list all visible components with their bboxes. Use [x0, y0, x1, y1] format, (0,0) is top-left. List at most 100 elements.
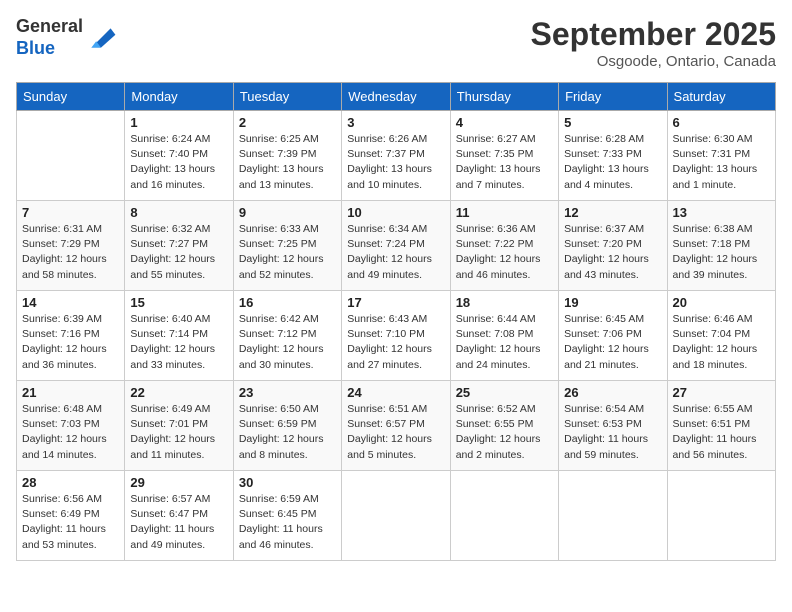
day-number: 27 [673, 385, 770, 400]
calendar-cell: 7Sunrise: 6:31 AMSunset: 7:29 PMDaylight… [17, 201, 125, 291]
day-info: Sunrise: 6:37 AMSunset: 7:20 PMDaylight:… [564, 222, 661, 283]
calendar-cell: 11 Sunrise: 6:36 AMSunset: 7:22 PMDayligh… [450, 201, 558, 291]
calendar-cell: 25Sunrise: 6:52 AMSunset: 6:55 PMDayligh… [450, 381, 558, 471]
day-number: 8 [130, 205, 227, 220]
day-info: Sunrise: 6:55 AMSunset: 6:51 PMDaylight:… [673, 402, 770, 463]
day-info: Sunrise: 6:38 AMSunset: 7:18 PMDaylight:… [673, 222, 770, 283]
calendar-cell [559, 471, 667, 561]
day-info: Sunrise: 6:43 AMSunset: 7:10 PMDaylight:… [347, 312, 444, 373]
day-info: Sunrise: 6:45 AMSunset: 7:06 PMDaylight:… [564, 312, 661, 373]
calendar-cell: 22 Sunrise: 6:49 AMSunset: 7:01 PMDayligh… [125, 381, 233, 471]
column-header-saturday: Saturday [667, 83, 775, 111]
day-number: 3 [347, 115, 444, 130]
month-title: September 2025 [531, 16, 776, 53]
calendar-week-row: 21Sunrise: 6:48 AMSunset: 7:03 PMDayligh… [17, 381, 776, 471]
calendar-cell: 17 Sunrise: 6:43 AMSunset: 7:10 PMDayligh… [342, 291, 450, 381]
column-header-tuesday: Tuesday [233, 83, 341, 111]
day-number: 18 [456, 295, 553, 310]
day-number: 28 [22, 475, 119, 490]
calendar-cell: 16 Sunrise: 6:42 AMSunset: 7:12 PMDayligh… [233, 291, 341, 381]
calendar-cell: 29Sunrise: 6:57 AMSunset: 6:47 PMDayligh… [125, 471, 233, 561]
day-info: Sunrise: 6:28 AMSunset: 7:33 PMDaylight:… [564, 132, 661, 193]
calendar-cell: 10Sunrise: 6:34 AMSunset: 7:24 PMDayligh… [342, 201, 450, 291]
day-info: Sunrise: 6:36 AMSunset: 7:22 PMDaylight:… [456, 222, 553, 283]
logo-icon [85, 24, 117, 52]
day-info: Sunrise: 6:48 AMSunset: 7:03 PMDaylight:… [22, 402, 119, 463]
day-info: Sunrise: 6:34 AMSunset: 7:24 PMDaylight:… [347, 222, 444, 283]
day-number: 6 [673, 115, 770, 130]
day-number: 30 [239, 475, 336, 490]
day-number: 20 [673, 295, 770, 310]
calendar-week-row: 28 Sunrise: 6:56 AMSunset: 6:49 PMDayligh… [17, 471, 776, 561]
calendar-cell: 13 Sunrise: 6:38 AMSunset: 7:18 PMDayligh… [667, 201, 775, 291]
day-number: 11 [456, 205, 553, 220]
calendar-cell: 6Sunrise: 6:30 AMSunset: 7:31 PMDaylight… [667, 111, 775, 201]
calendar-cell: 5 Sunrise: 6:28 AMSunset: 7:33 PMDaylight… [559, 111, 667, 201]
logo-text: General Blue [16, 16, 83, 59]
calendar-cell: 8 Sunrise: 6:32 AMSunset: 7:27 PMDaylight… [125, 201, 233, 291]
column-header-sunday: Sunday [17, 83, 125, 111]
day-number: 5 [564, 115, 661, 130]
day-number: 16 [239, 295, 336, 310]
day-info: Sunrise: 6:25 AMSunset: 7:39 PMDaylight:… [239, 132, 336, 193]
column-header-thursday: Thursday [450, 83, 558, 111]
calendar-cell: 27 Sunrise: 6:55 AMSunset: 6:51 PMDayligh… [667, 381, 775, 471]
day-info: Sunrise: 6:44 AMSunset: 7:08 PMDaylight:… [456, 312, 553, 373]
calendar-cell: 20 Sunrise: 6:46 AMSunset: 7:04 PMDayligh… [667, 291, 775, 381]
day-number: 14 [22, 295, 119, 310]
day-number: 15 [130, 295, 227, 310]
day-info: Sunrise: 6:51 AMSunset: 6:57 PMDaylight:… [347, 402, 444, 463]
calendar-cell: 9 Sunrise: 6:33 AMSunset: 7:25 PMDaylight… [233, 201, 341, 291]
day-info: Sunrise: 6:56 AMSunset: 6:49 PMDaylight:… [22, 492, 119, 553]
day-info: Sunrise: 6:46 AMSunset: 7:04 PMDaylight:… [673, 312, 770, 373]
calendar-cell: 30 Sunrise: 6:59 AMSunset: 6:45 PMDayligh… [233, 471, 341, 561]
calendar-cell: 2 Sunrise: 6:25 AMSunset: 7:39 PMDaylight… [233, 111, 341, 201]
calendar-cell [667, 471, 775, 561]
day-number: 4 [456, 115, 553, 130]
calendar-cell [342, 471, 450, 561]
day-info: Sunrise: 6:42 AMSunset: 7:12 PMDaylight:… [239, 312, 336, 373]
calendar-cell: 12 Sunrise: 6:37 AMSunset: 7:20 PMDayligh… [559, 201, 667, 291]
calendar-cell: 24 Sunrise: 6:51 AMSunset: 6:57 PMDayligh… [342, 381, 450, 471]
calendar-cell: 21Sunrise: 6:48 AMSunset: 7:03 PMDayligh… [17, 381, 125, 471]
day-number: 26 [564, 385, 661, 400]
title-block: September 2025 Osgoode, Ontario, Canada [531, 16, 776, 70]
day-info: Sunrise: 6:57 AMSunset: 6:47 PMDaylight:… [130, 492, 227, 553]
calendar-header-row: SundayMondayTuesdayWednesdayThursdayFrid… [17, 83, 776, 111]
calendar-cell [17, 111, 125, 201]
day-number: 17 [347, 295, 444, 310]
logo: General Blue [16, 16, 117, 59]
day-info: Sunrise: 6:27 AMSunset: 7:35 PMDaylight:… [456, 132, 553, 193]
day-info: Sunrise: 6:31 AMSunset: 7:29 PMDaylight:… [22, 222, 119, 283]
column-header-wednesday: Wednesday [342, 83, 450, 111]
day-info: Sunrise: 6:49 AMSunset: 7:01 PMDaylight:… [130, 402, 227, 463]
day-info: Sunrise: 6:59 AMSunset: 6:45 PMDaylight:… [239, 492, 336, 553]
day-number: 12 [564, 205, 661, 220]
day-info: Sunrise: 6:39 AMSunset: 7:16 PMDaylight:… [22, 312, 119, 373]
column-header-friday: Friday [559, 83, 667, 111]
day-number: 9 [239, 205, 336, 220]
column-header-monday: Monday [125, 83, 233, 111]
page-header: General Blue September 2025 Osgoode, Ont… [16, 16, 776, 70]
calendar-cell: 19 Sunrise: 6:45 AMSunset: 7:06 PMDayligh… [559, 291, 667, 381]
day-number: 24 [347, 385, 444, 400]
day-info: Sunrise: 6:54 AMSunset: 6:53 PMDaylight:… [564, 402, 661, 463]
day-number: 19 [564, 295, 661, 310]
day-number: 13 [673, 205, 770, 220]
calendar-week-row: 1Sunrise: 6:24 AMSunset: 7:40 PMDaylight… [17, 111, 776, 201]
day-number: 22 [130, 385, 227, 400]
day-number: 25 [456, 385, 553, 400]
calendar-cell: 15Sunrise: 6:40 AMSunset: 7:14 PMDayligh… [125, 291, 233, 381]
calendar-cell: 1Sunrise: 6:24 AMSunset: 7:40 PMDaylight… [125, 111, 233, 201]
day-info: Sunrise: 6:26 AMSunset: 7:37 PMDaylight:… [347, 132, 444, 193]
calendar-table: SundayMondayTuesdayWednesdayThursdayFrid… [16, 82, 776, 561]
day-info: Sunrise: 6:33 AMSunset: 7:25 PMDaylight:… [239, 222, 336, 283]
day-info: Sunrise: 6:24 AMSunset: 7:40 PMDaylight:… [130, 132, 227, 193]
location: Osgoode, Ontario, Canada [531, 53, 776, 70]
calendar-cell: 4 Sunrise: 6:27 AMSunset: 7:35 PMDaylight… [450, 111, 558, 201]
day-info: Sunrise: 6:32 AMSunset: 7:27 PMDaylight:… [130, 222, 227, 283]
calendar-cell: 23Sunrise: 6:50 AMSunset: 6:59 PMDayligh… [233, 381, 341, 471]
calendar-week-row: 14 Sunrise: 6:39 AMSunset: 7:16 PMDayligh… [17, 291, 776, 381]
day-number: 2 [239, 115, 336, 130]
calendar-cell: 3 Sunrise: 6:26 AMSunset: 7:37 PMDaylight… [342, 111, 450, 201]
